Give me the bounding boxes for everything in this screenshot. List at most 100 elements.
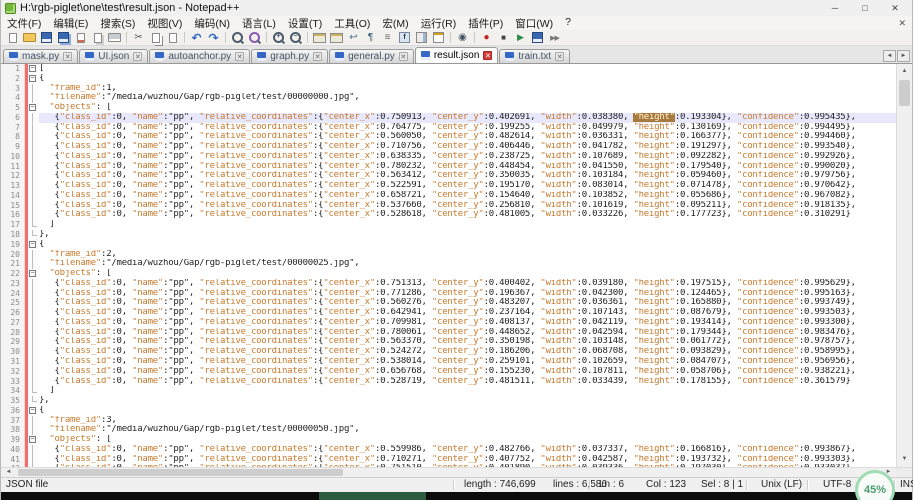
code-line[interactable]: 2−{ bbox=[1, 74, 896, 84]
fold-collapse-icon[interactable]: − bbox=[28, 435, 39, 445]
line-number[interactable]: 17 bbox=[1, 220, 25, 230]
line-number[interactable]: 3 bbox=[1, 84, 25, 94]
line-number[interactable]: 19 bbox=[1, 240, 25, 250]
close-all-icon[interactable] bbox=[90, 31, 106, 45]
close-icon[interactable] bbox=[73, 31, 89, 45]
code-line[interactable]: 10 {"class_id":0, "name":"pp", "relative… bbox=[1, 152, 896, 162]
tab-scroll-right-icon[interactable]: ► bbox=[897, 50, 910, 62]
zoom-out-icon[interactable]: − bbox=[288, 31, 304, 45]
save-all-icon[interactable] bbox=[56, 31, 72, 45]
status-eol-format[interactable]: Unix (LF) bbox=[761, 479, 802, 490]
code-line[interactable]: 36−{ bbox=[1, 406, 896, 416]
tab-close-icon[interactable]: ✕ bbox=[313, 52, 322, 61]
code-line[interactable]: 22− "objects": [ bbox=[1, 269, 896, 279]
line-number[interactable]: 14 bbox=[1, 191, 25, 201]
line-number[interactable]: 5 bbox=[1, 103, 25, 113]
close-icon[interactable]: ✕ bbox=[880, 1, 910, 15]
line-number[interactable]: 21 bbox=[1, 259, 25, 269]
cut-icon[interactable]: ✂ bbox=[131, 31, 147, 45]
document-close-icon[interactable]: ✕ bbox=[892, 18, 912, 29]
line-number[interactable]: 4 bbox=[1, 93, 25, 103]
print-icon[interactable] bbox=[107, 31, 123, 45]
tab-close-icon[interactable]: ✕ bbox=[133, 52, 142, 61]
line-number[interactable]: 35 bbox=[1, 396, 25, 406]
play-macro-icon[interactable]: ▶ bbox=[513, 31, 529, 45]
code-line[interactable]: 15 {"class_id":0, "name":"pp", "relative… bbox=[1, 201, 896, 211]
maximize-icon[interactable]: □ bbox=[850, 1, 880, 15]
tab-scroll-left-icon[interactable]: ◄ bbox=[883, 50, 896, 62]
run-macro-multiple-times-icon[interactable]: ▶▶ bbox=[547, 31, 563, 45]
fold-collapse-icon[interactable]: − bbox=[28, 74, 39, 84]
code-view[interactable]: 1−[2−{3 "frame_id":1,4 "filename":"/medi… bbox=[1, 64, 912, 467]
editor-area[interactable]: 1−[2−{3 "frame_id":1,4 "filename":"/medi… bbox=[1, 64, 912, 467]
code-line[interactable]: 12 {"class_id":0, "name":"pp", "relative… bbox=[1, 171, 896, 181]
code-line[interactable]: 7 {"class_id":0, "name":"pp", "relative_… bbox=[1, 123, 896, 133]
resize-grip[interactable] bbox=[896, 468, 912, 477]
vertical-scroll-thumb[interactable] bbox=[899, 80, 910, 106]
file-monitoring-icon[interactable]: ◉ bbox=[455, 31, 471, 45]
code-line[interactable]: 21 "filename":"/media/wuzhou/Gap/rgb-pig… bbox=[1, 259, 896, 269]
line-number[interactable]: 33 bbox=[1, 377, 25, 387]
new-file-icon[interactable] bbox=[5, 31, 21, 45]
code-line[interactable]: 29 {"class_id":0, "name":"pp", "relative… bbox=[1, 337, 896, 347]
stop-macro-icon[interactable]: ■ bbox=[496, 31, 512, 45]
line-number[interactable]: 13 bbox=[1, 181, 25, 191]
tab-close-icon[interactable]: ✕ bbox=[555, 52, 564, 61]
status-encoding[interactable]: UTF-8 bbox=[823, 479, 851, 490]
word-wrap-icon[interactable]: ↩ bbox=[346, 31, 362, 45]
line-number[interactable]: 15 bbox=[1, 201, 25, 211]
menu-item-8[interactable]: 宏(M) bbox=[376, 16, 414, 31]
code-line[interactable]: 28 {"class_id":0, "name":"pp", "relative… bbox=[1, 328, 896, 338]
code-line[interactable]: 6 {"class_id":0, "name":"pp", "relative_… bbox=[1, 113, 896, 123]
tab-train-txt[interactable]: train.txt✕ bbox=[499, 49, 570, 63]
menu-item-11[interactable]: 窗口(W) bbox=[509, 16, 559, 31]
zoom-in-icon[interactable]: + bbox=[271, 31, 287, 45]
code-line[interactable]: 30 {"class_id":0, "name":"pp", "relative… bbox=[1, 347, 896, 357]
code-line[interactable]: 25 {"class_id":0, "name":"pp", "relative… bbox=[1, 298, 896, 308]
redo-icon[interactable]: ↷ bbox=[206, 31, 222, 45]
copy-icon[interactable] bbox=[148, 31, 164, 45]
save-macro-icon[interactable] bbox=[530, 31, 546, 45]
line-number[interactable]: 27 bbox=[1, 318, 25, 328]
code-line[interactable]: 39− "objects": [ bbox=[1, 435, 896, 445]
tab-graph-py[interactable]: graph.py✕ bbox=[251, 49, 328, 63]
line-number[interactable]: 22 bbox=[1, 269, 25, 279]
sync-vertical-scroll-icon[interactable] bbox=[312, 31, 328, 45]
line-number[interactable]: 18 bbox=[1, 230, 25, 240]
fold-collapse-icon[interactable]: − bbox=[28, 64, 39, 74]
open-file-icon[interactable] bbox=[22, 31, 38, 45]
code-line[interactable]: 20 "frame_id":2, bbox=[1, 250, 896, 260]
menu-item-10[interactable]: 插件(P) bbox=[462, 16, 509, 31]
line-number[interactable]: 8 bbox=[1, 132, 25, 142]
tab-close-icon[interactable]: ✕ bbox=[399, 52, 408, 61]
tab-UI-json[interactable]: UI.json✕ bbox=[79, 49, 148, 63]
status-insert-mode[interactable]: INS bbox=[900, 479, 913, 490]
code-line[interactable]: 26 {"class_id":0, "name":"pp", "relative… bbox=[1, 308, 896, 318]
line-number[interactable]: 10 bbox=[1, 152, 25, 162]
tab-close-icon[interactable]: ✕ bbox=[63, 52, 72, 61]
code-line[interactable]: 5− "objects": [ bbox=[1, 103, 896, 113]
fold-collapse-icon[interactable]: − bbox=[28, 103, 39, 113]
record-macro-icon[interactable]: ● bbox=[479, 31, 495, 45]
line-number[interactable]: 32 bbox=[1, 367, 25, 377]
code-line[interactable]: 34 ] bbox=[1, 386, 896, 396]
fold-collapse-icon[interactable]: − bbox=[28, 269, 39, 279]
scroll-down-icon[interactable]: ▼ bbox=[897, 452, 912, 467]
vertical-scrollbar[interactable]: ▲ ▼ bbox=[896, 64, 912, 467]
code-line[interactable]: 40 {"class_id":0, "name":"pp", "relative… bbox=[1, 445, 896, 455]
line-number[interactable]: 9 bbox=[1, 142, 25, 152]
sync-horizontal-scroll-icon[interactable] bbox=[329, 31, 345, 45]
line-number[interactable]: 26 bbox=[1, 308, 25, 318]
code-line[interactable]: 8 {"class_id":0, "name":"pp", "relative_… bbox=[1, 132, 896, 142]
code-line[interactable]: 3 "frame_id":1, bbox=[1, 84, 896, 94]
code-line[interactable]: 16 {"class_id":0, "name":"pp", "relative… bbox=[1, 210, 896, 220]
minimize-icon[interactable]: ─ bbox=[820, 1, 850, 15]
replace-icon[interactable] bbox=[247, 31, 263, 45]
code-line[interactable]: 9 {"class_id":0, "name":"pp", "relative_… bbox=[1, 142, 896, 152]
line-number[interactable]: 40 bbox=[1, 445, 25, 455]
find-icon[interactable] bbox=[230, 31, 246, 45]
menu-item-2[interactable]: 搜索(S) bbox=[94, 16, 141, 31]
line-number[interactable]: 31 bbox=[1, 357, 25, 367]
menu-item-1[interactable]: 编辑(E) bbox=[47, 16, 94, 31]
line-number[interactable]: 28 bbox=[1, 328, 25, 338]
